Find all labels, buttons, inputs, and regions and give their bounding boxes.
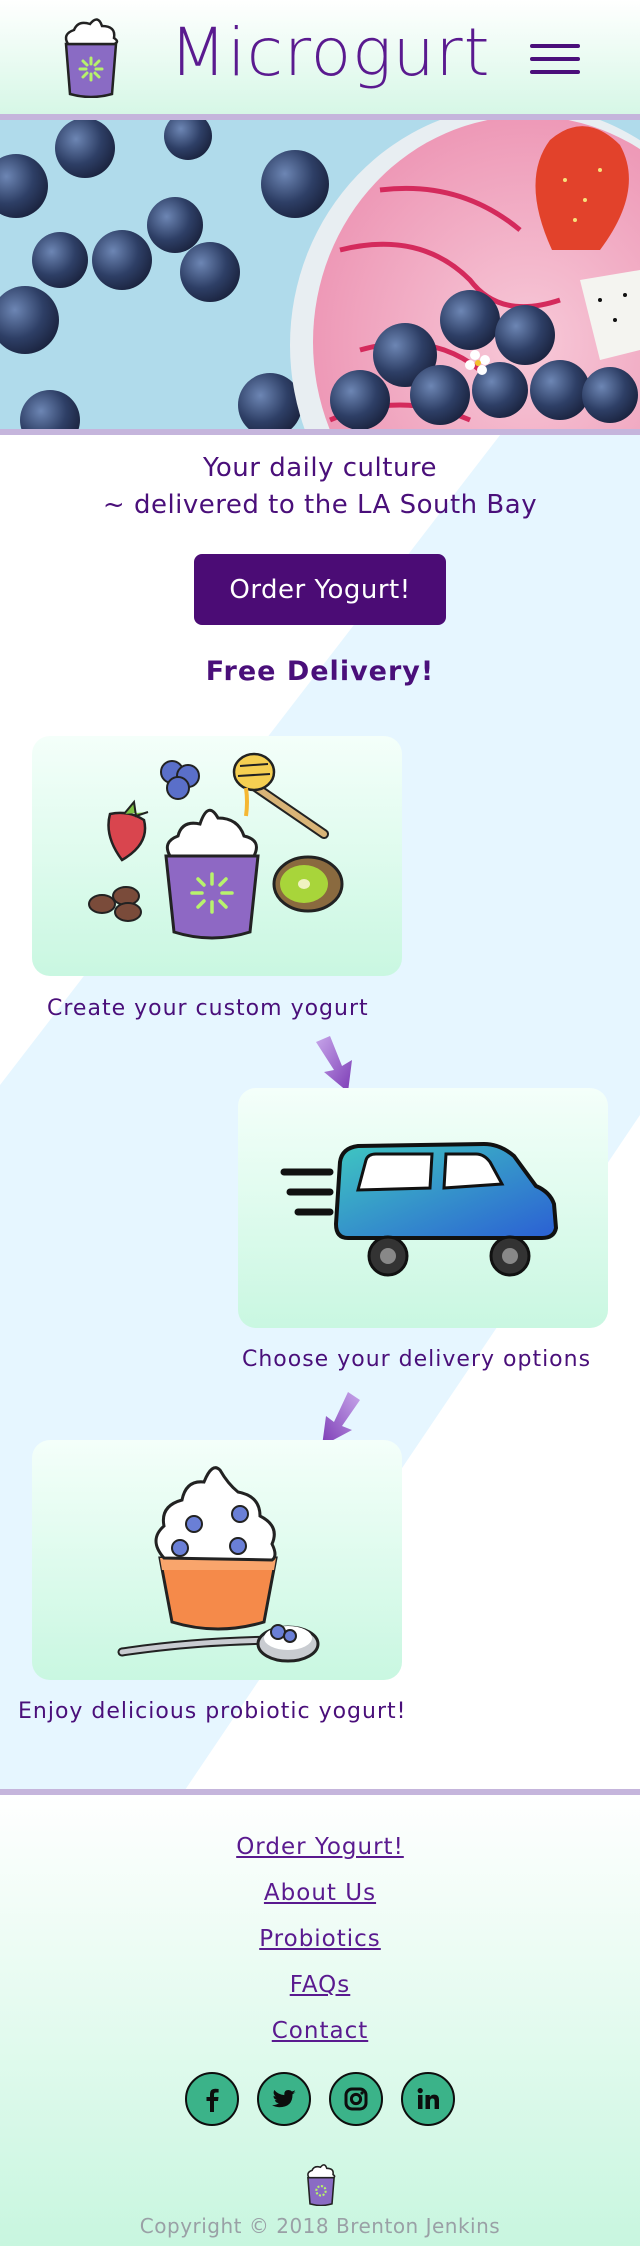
- instagram-icon[interactable]: [329, 2072, 383, 2126]
- logo-icon[interactable]: [58, 14, 124, 98]
- brand-title[interactable]: Microgurt: [150, 14, 510, 91]
- facebook-icon[interactable]: [185, 2072, 239, 2126]
- hero-divider: [0, 429, 640, 435]
- footer-link-contact[interactable]: Contact: [0, 2008, 640, 2054]
- step-card-create: [32, 736, 402, 976]
- step-label-create: Create your custom yogurt: [47, 996, 369, 1021]
- header-divider: [0, 114, 640, 120]
- yogurt-cup-spoon-icon: [117, 1466, 320, 1663]
- twitter-icon[interactable]: [257, 2072, 311, 2126]
- order-yogurt-button[interactable]: Order Yogurt!: [194, 554, 446, 625]
- social-links: [185, 2072, 455, 2126]
- step-card-delivery: [238, 1088, 608, 1328]
- footer-link-probiotics[interactable]: Probiotics: [0, 1916, 640, 1962]
- footer-link-order[interactable]: Order Yogurt!: [0, 1824, 640, 1870]
- copyright-text: Copyright © 2018 Brenton Jenkins: [139, 2214, 501, 2238]
- tagline-line-2: ~ delivered to the LA South Bay: [102, 490, 538, 520]
- tagline: Your daily culture ~ delivered to the LA…: [0, 450, 640, 524]
- footer-link-faqs[interactable]: FAQs: [0, 1962, 640, 2008]
- hamburger-menu-button[interactable]: [530, 44, 580, 84]
- step-card-enjoy: [32, 1440, 402, 1680]
- footer-logo-icon: [307, 2164, 336, 2206]
- footer-link-about[interactable]: About Us: [0, 1870, 640, 1916]
- step-label-enjoy: Enjoy delicious probiotic yogurt!: [18, 1699, 407, 1724]
- footer-divider: [0, 1789, 640, 1795]
- linkedin-icon[interactable]: [401, 2072, 455, 2126]
- hero-image: [0, 120, 640, 430]
- tagline-line-1: Your daily culture: [202, 453, 438, 483]
- arrow-down-icon: [316, 1036, 352, 1092]
- yogurt-toppings-icon: [88, 752, 344, 940]
- site-footer: Order Yogurt! About Us Probiotics FAQs C…: [0, 1796, 640, 2246]
- free-delivery-note: Free Delivery!: [205, 656, 435, 687]
- footer-nav: Order Yogurt! About Us Probiotics FAQs C…: [0, 1824, 640, 2054]
- site-header: Microgurt: [0, 0, 640, 115]
- step-label-delivery: Choose your delivery options: [242, 1347, 592, 1372]
- hamburger-menu-icon: [530, 44, 580, 48]
- delivery-car-icon: [280, 1141, 559, 1277]
